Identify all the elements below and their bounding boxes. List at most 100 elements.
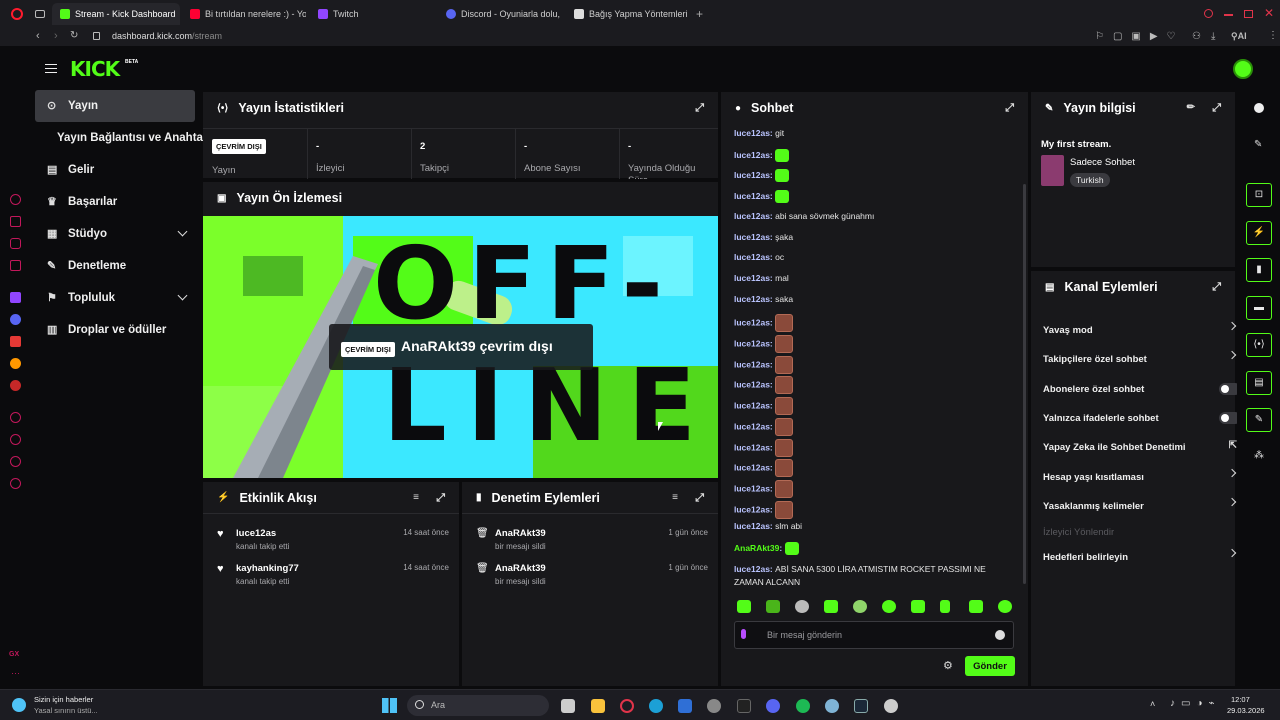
send-button[interactable]: Gönder: [965, 656, 1015, 676]
tab-youtube[interactable]: Bi tırtıldan nerelere :) - Yo: [182, 3, 306, 25]
download-icon[interactable]: ⤓: [1211, 31, 1215, 42]
chat-settings-icon[interactable]: ⚙: [943, 659, 953, 672]
chat-username[interactable]: luce12as: [734, 521, 770, 531]
sidebar-dot-icon[interactable]: [10, 194, 21, 205]
quick-action-button[interactable]: ✎: [1246, 408, 1272, 432]
action-slow-mode[interactable]: Yavaş mod: [1043, 320, 1237, 340]
opera-gx-icon[interactable]: [620, 699, 634, 713]
chat-username[interactable]: luce12as: [734, 564, 770, 574]
chat-input[interactable]: Bir mesaj gönderin: [734, 621, 1014, 649]
history-icon[interactable]: [10, 434, 21, 445]
tab-discord[interactable]: Discord - Oyuniarla dolu,: [438, 3, 562, 25]
nav-item-drops[interactable]: ▥ Droplar ve ödüller: [35, 314, 200, 346]
expand-icon[interactable]: ⤢: [695, 102, 704, 115]
emote-icon[interactable]: [940, 600, 950, 613]
opera-logo-icon[interactable]: [11, 8, 23, 20]
discord-icon[interactable]: [766, 699, 780, 713]
chat-username[interactable]: luce12as: [734, 380, 770, 390]
quick-action-button[interactable]: ⟨•⟩: [1246, 333, 1272, 357]
kick-logo[interactable]: KICK: [70, 57, 120, 81]
tab-twitch[interactable]: Twitch: [310, 3, 434, 25]
chat-username[interactable]: luce12as: [734, 211, 770, 221]
quick-action-button[interactable]: ▮: [1246, 258, 1272, 282]
tray-icons[interactable]: ♪▭◑⌁: [1170, 698, 1221, 709]
chat-username[interactable]: luce12as: [734, 170, 770, 180]
edit-icon[interactable]: ✏: [1187, 102, 1195, 113]
nav-item-revenue[interactable]: ▤ Gelir: [35, 154, 200, 186]
maximize-icon[interactable]: [1244, 10, 1253, 18]
activity-user[interactable]: kayhanking77: [236, 563, 299, 574]
app-sidebar-icon[interactable]: [10, 380, 21, 391]
app-sidebar-icon[interactable]: [10, 358, 21, 369]
chat-username[interactable]: luce12as: [734, 400, 770, 410]
info-icon[interactable]: [1254, 103, 1264, 113]
action-account-age[interactable]: Hesap yaşı kısıtlaması: [1043, 467, 1237, 487]
user-avatar[interactable]: [1233, 59, 1253, 79]
emote-icon[interactable]: [737, 600, 751, 613]
chat-username[interactable]: luce12as: [734, 462, 770, 472]
chat-username[interactable]: luce12as: [734, 294, 770, 304]
sidebar-dot-icon[interactable]: [10, 216, 21, 227]
discord-sidebar-icon[interactable]: [10, 314, 21, 325]
task-view-icon[interactable]: [561, 699, 575, 713]
store-icon[interactable]: [678, 699, 692, 713]
sidebar-dot-icon[interactable]: [10, 238, 21, 249]
taskbar-search[interactable]: Ara: [407, 695, 549, 716]
chat-username[interactable]: luce12as: [734, 359, 770, 369]
toolbar-icons[interactable]: ⚐▢▣▶♡: [1095, 31, 1185, 42]
microphone-icon[interactable]: [741, 629, 746, 639]
clock-time[interactable]: 12:07: [1231, 695, 1250, 704]
app-sidebar-icon[interactable]: [10, 336, 21, 347]
reload-icon[interactable]: ↻: [70, 30, 78, 41]
action-set-goals[interactable]: Hedefleri belirleyin: [1043, 547, 1237, 567]
more-icon[interactable]: ⋮: [1268, 30, 1278, 41]
quick-action-button[interactable]: ⊡: [1246, 183, 1272, 207]
activity-user[interactable]: luce12as: [236, 528, 276, 539]
filter-icon[interactable]: ≡: [413, 492, 419, 503]
chat-scrollbar[interactable]: [1023, 184, 1026, 584]
terminal-icon[interactable]: [737, 699, 751, 713]
tab-kick-dashboard[interactable]: Stream - Kick Dashboard: [52, 3, 180, 25]
chat-username[interactable]: luce12as: [734, 421, 770, 431]
quick-action-button[interactable]: ▬: [1246, 296, 1272, 320]
chat-username[interactable]: AnaRAkt39: [734, 543, 779, 553]
moderator-name[interactable]: AnaRAkt39: [495, 563, 546, 574]
nav-item-studio[interactable]: ▦ Stüdyo: [35, 218, 200, 250]
twitch-sidebar-icon[interactable]: [10, 292, 21, 303]
nav-item-achievements[interactable]: ♛ Başarılar: [35, 186, 200, 218]
spotify-icon[interactable]: [796, 699, 810, 713]
edit-layout-icon[interactable]: ✎: [1254, 139, 1262, 150]
chat-username[interactable]: luce12as: [734, 232, 770, 242]
chat-username[interactable]: luce12as: [734, 128, 770, 138]
emote-icon[interactable]: [853, 600, 867, 613]
layout-icon[interactable]: ⁂: [1254, 450, 1264, 461]
sidebar-dot-icon[interactable]: [10, 412, 21, 423]
action-banned-words[interactable]: Yasaklanmış kelimeler: [1043, 496, 1237, 516]
expand-icon[interactable]: ⤢: [1212, 102, 1221, 115]
offline-preview[interactable]: OFF- LINE ÇEVRİM DIŞI AnaRAkt39 çevrim d…: [203, 216, 718, 478]
emote-icon[interactable]: [795, 600, 809, 613]
steam-icon[interactable]: [854, 699, 868, 713]
forward-icon[interactable]: ›: [54, 30, 58, 42]
action-followers-only[interactable]: Takipçilere özel sohbet: [1043, 349, 1237, 369]
sidebar-dot-icon[interactable]: [10, 260, 21, 271]
new-tab-icon[interactable]: +: [696, 7, 703, 21]
app-icon[interactable]: [884, 699, 898, 713]
back-icon[interactable]: ‹: [36, 30, 40, 42]
emote-icon[interactable]: [766, 600, 780, 613]
chat-username[interactable]: luce12as: [734, 442, 770, 452]
chat-username[interactable]: luce12as: [734, 338, 770, 348]
tab-donation[interactable]: Bağış Yapma Yöntemleri: [566, 3, 690, 25]
filter-icon[interactable]: ≡: [672, 492, 678, 503]
nav-item-stream[interactable]: ⊙ Yayın: [35, 90, 195, 122]
sidebar-dot-icon[interactable]: [10, 456, 21, 467]
chat-username[interactable]: luce12as: [734, 273, 770, 283]
expand-icon[interactable]: ⤢: [1005, 102, 1014, 115]
emote-icon[interactable]: [824, 600, 838, 613]
weather-icon[interactable]: [12, 698, 26, 712]
expand-icon[interactable]: ⤢: [436, 492, 445, 505]
edge-icon[interactable]: [649, 699, 663, 713]
quick-action-button[interactable]: ▤: [1246, 371, 1272, 395]
chat-username[interactable]: luce12as: [734, 149, 770, 159]
news-title[interactable]: Sizin için haberler: [34, 695, 93, 704]
